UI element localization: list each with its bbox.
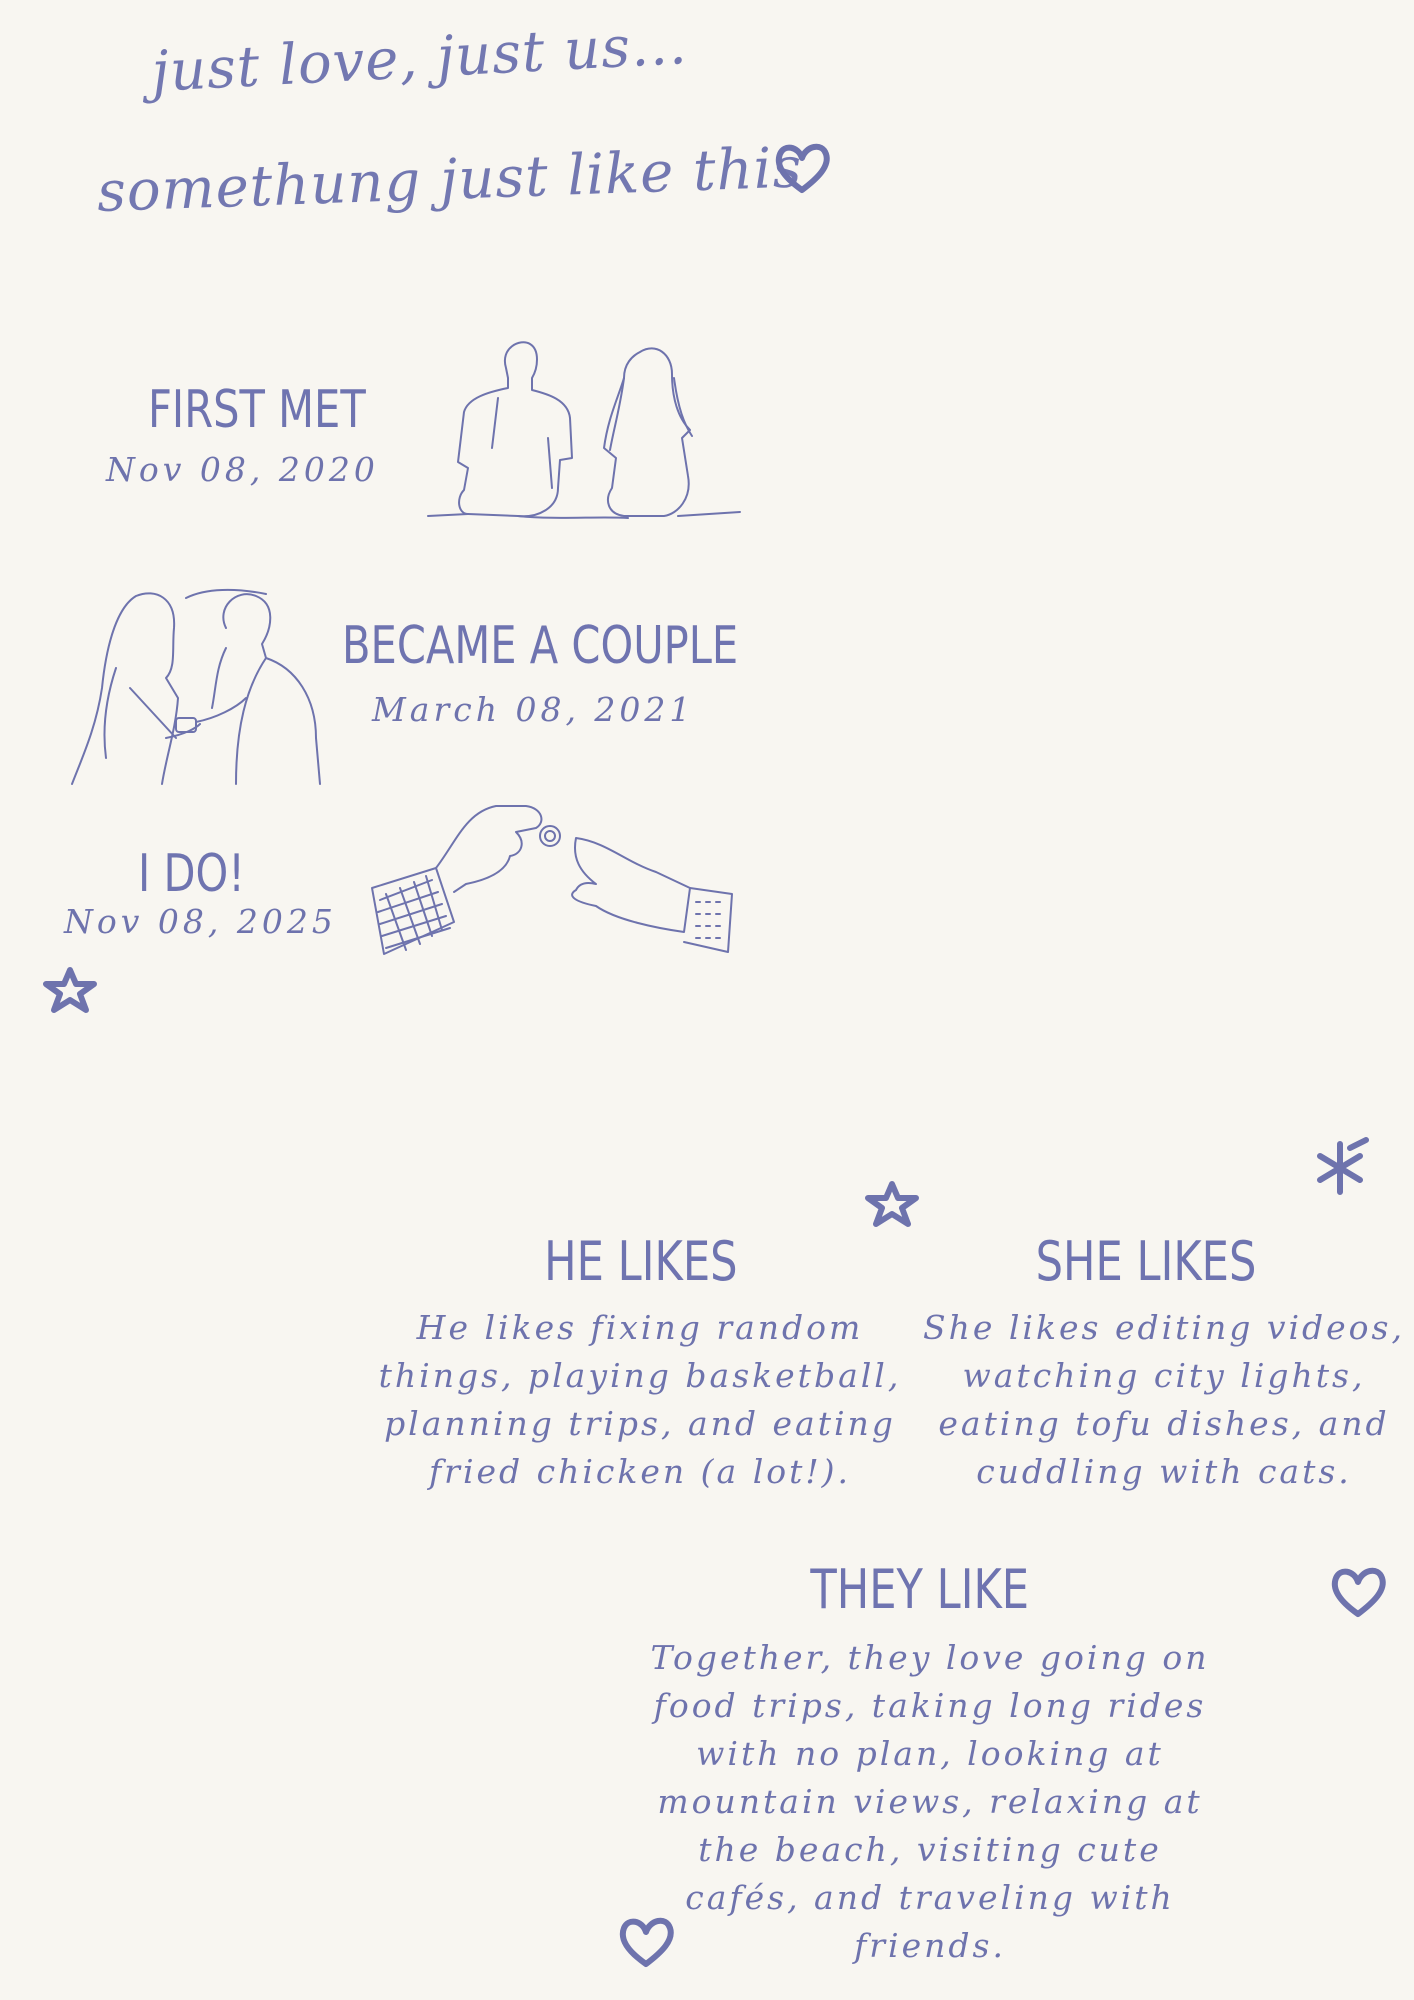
header-line-2: somethung just like this xyxy=(96,135,804,225)
he-likes-text: He likes fixing random things, playing b… xyxy=(378,1308,902,1491)
became-couple-date: March 08, 2021 xyxy=(372,690,695,729)
i-do-date: Nov 08, 2025 xyxy=(64,902,337,941)
i-do-label: I DO! xyxy=(138,844,245,904)
she-likes-section: SHE LIKES xyxy=(916,1230,1376,1293)
star-icon xyxy=(43,967,97,1013)
ring-proposal-illustration xyxy=(371,805,733,955)
first-met-date: Nov 08, 2020 xyxy=(106,450,379,489)
they-like-title: THEY LIKE xyxy=(810,1558,1030,1621)
he-likes-section: HE LIKES xyxy=(376,1230,906,1293)
star-icon xyxy=(865,1181,919,1227)
first-met-label: FIRST MET xyxy=(148,380,366,440)
they-like-text: Together, they love going on food trips,… xyxy=(650,1638,1210,1965)
they-like-section: THEY LIKE xyxy=(640,1558,1200,1621)
she-likes-text: She likes editing videos, watching city … xyxy=(923,1308,1405,1491)
header-line-1: just love, just us... xyxy=(150,11,689,105)
heart-icon xyxy=(619,1917,674,1967)
she-likes-title: SHE LIKES xyxy=(1035,1230,1257,1293)
heart-icon xyxy=(1331,1567,1386,1617)
heart-icon xyxy=(775,143,830,193)
couple-embrace-illustration xyxy=(71,588,321,785)
became-couple-label: BECAME A COUPLE xyxy=(342,616,739,676)
asterisk-icon xyxy=(1317,1137,1369,1195)
couple-sitting-illustration xyxy=(427,341,741,519)
he-likes-title: HE LIKES xyxy=(544,1230,738,1293)
